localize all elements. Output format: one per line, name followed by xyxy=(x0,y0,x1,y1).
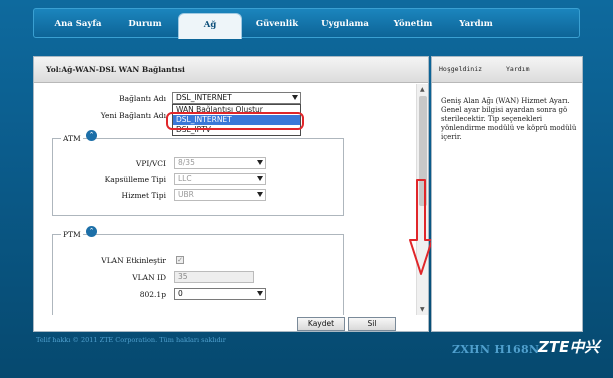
collapse-icon[interactable]: ⌃ xyxy=(86,226,97,237)
vlan-id-label: VLAN ID xyxy=(132,273,166,282)
vpi-vci-label: VPI/VCI xyxy=(135,159,166,168)
atm-group-title: ATM xyxy=(61,134,83,143)
chevron-down-icon xyxy=(257,291,263,296)
collapse-icon[interactable]: ⌃ xyxy=(86,130,97,141)
encapsulation-value: LLC xyxy=(178,174,192,183)
red-annotation-circle xyxy=(166,112,304,130)
encapsulation-label: Kapsülleme Tipi xyxy=(104,175,166,184)
connection-name-label: Bağlantı Adı xyxy=(119,94,166,103)
vlan-id-input[interactable]: 35 xyxy=(174,271,254,283)
service-type-label: Hizmet Tipi xyxy=(121,191,166,200)
service-type-value: UBR xyxy=(178,190,194,199)
vlan-id-value: 35 xyxy=(178,272,188,281)
nav-tab-home[interactable]: Ana Sayfa xyxy=(44,9,112,39)
zte-logo: ZTE中兴 xyxy=(538,338,600,356)
nav-tab-network[interactable]: Ağ xyxy=(178,13,242,39)
8021p-value: 0 xyxy=(178,289,183,298)
ptm-group-title: PTM xyxy=(61,230,83,239)
vlan-enable-label: VLAN Etkinleştir xyxy=(101,256,166,265)
nav-tab-management[interactable]: Yönetim xyxy=(382,9,444,39)
vlan-enable-checkbox[interactable]: ✓ xyxy=(176,256,184,264)
encapsulation-select[interactable]: LLC xyxy=(174,173,266,185)
chevron-down-icon xyxy=(257,192,263,197)
panel-header: Yol:Ağ-WAN-DSL WAN Bağlantısi xyxy=(34,57,428,83)
nav-tab-security[interactable]: Güvenlik xyxy=(246,9,308,39)
connection-name-value: DSL_INTERNET xyxy=(176,93,232,102)
main-panel: Yol:Ağ-WAN-DSL WAN Bağlantısi Bağlantı A… xyxy=(33,56,429,332)
nav-tab-status[interactable]: Durum xyxy=(116,9,174,39)
chevron-down-icon xyxy=(257,160,263,165)
breadcrumb: Yol:Ağ-WAN-DSL WAN Bağlantısi xyxy=(46,65,185,74)
tab-help[interactable]: Yardım xyxy=(506,65,529,73)
tab-welcome[interactable]: Hoşgeldiniz xyxy=(439,65,482,73)
delete-button[interactable]: Sil xyxy=(348,317,396,331)
help-description: Geniş Alan Ağı (WAN) Hizmet Ayarı. Genel… xyxy=(441,97,577,141)
save-button[interactable]: Kaydet xyxy=(297,317,345,331)
panel-body: Bağlantı Adı DSL_INTERNET Yeni Bağlantı … xyxy=(34,84,417,315)
scroll-down-icon[interactable]: ▼ xyxy=(420,306,425,313)
model-name: ZXHN H168N xyxy=(452,343,540,356)
8021p-select[interactable]: 0 xyxy=(174,288,266,300)
chevron-down-icon xyxy=(292,95,298,100)
service-type-select[interactable]: UBR xyxy=(174,189,266,201)
new-connection-name-label: Yeni Bağlantı Adı xyxy=(100,111,166,120)
chevron-down-icon xyxy=(257,176,263,181)
vpi-vci-value: 8/35 xyxy=(178,158,195,167)
connection-name-select[interactable]: DSL_INTERNET xyxy=(172,92,301,104)
scroll-up-icon[interactable]: ▲ xyxy=(420,86,425,93)
help-panel-tabs: Hoşgeldiniz Yardım xyxy=(432,57,582,83)
vpi-vci-select[interactable]: 8/35 xyxy=(174,157,266,169)
help-panel: Hoşgeldiniz Yardım Geniş Alan Ağı (WAN) … xyxy=(431,56,583,332)
nav-tab-application[interactable]: Uygulama xyxy=(312,9,378,39)
8021p-label: 802.1p xyxy=(139,290,166,299)
top-nav: Ana Sayfa Durum Ağ Güvenlik Uygulama Yön… xyxy=(33,8,580,39)
copyright-text: Telif hakkı © 2011 ZTE Corporation. Tüm … xyxy=(36,336,226,344)
nav-tab-help[interactable]: Yardım xyxy=(446,9,506,39)
